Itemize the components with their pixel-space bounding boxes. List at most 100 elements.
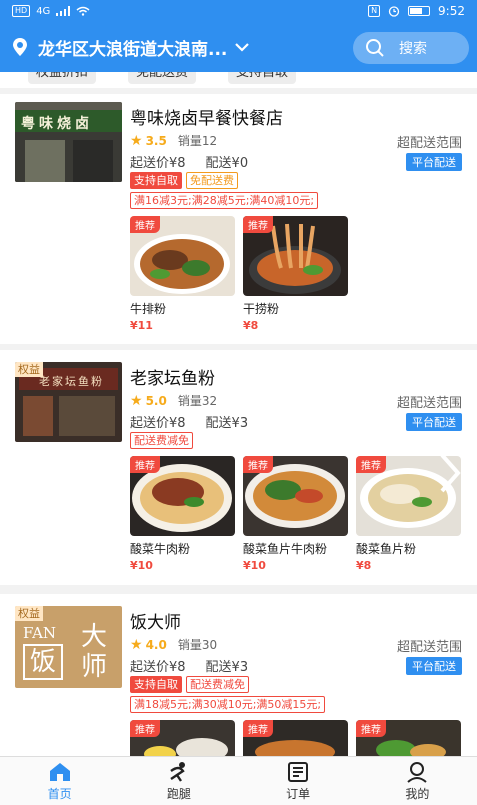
dish-item[interactable]: 推荐 xyxy=(356,720,461,756)
tab-label: 我的 xyxy=(405,786,430,801)
tag-delivery-discount: 配送费减免 xyxy=(130,432,193,449)
chevron-left-icon[interactable] xyxy=(18,453,42,493)
recommend-badge: 推荐 xyxy=(130,216,160,233)
filter-tag-discount[interactable]: 权益折扣 xyxy=(28,72,97,84)
star-icon: ★ xyxy=(130,132,143,149)
search-icon xyxy=(366,39,384,57)
store-card[interactable]: 权益 老家坛鱼粉 老家坛鱼粉 ★ 5.0 销量32 起送价¥8 配送¥3 超配送… xyxy=(0,350,477,585)
dish-name: 酸菜鱼片粉 xyxy=(356,542,417,556)
chevron-down-icon[interactable] xyxy=(235,42,250,52)
dish-item[interactable]: 推荐 酸菜鱼片牛肉粉 ¥10 xyxy=(243,456,348,572)
signal-icon xyxy=(56,6,71,16)
recommend-badge: 推荐 xyxy=(243,216,273,233)
store-list[interactable]: 粤味烧卤 粤味烧卤早餐快餐店 ★ 3.5 销量12 起送价¥8 配送¥0 超配送… xyxy=(0,88,477,756)
recommend-badge: 推荐 xyxy=(356,456,386,473)
location-selector[interactable]: 龙华区大浪街道大浪南... xyxy=(38,35,227,60)
store-thumbnail[interactable]: 权益 FAN 大 饭 师 xyxy=(15,606,122,688)
recommend-badge: 推荐 xyxy=(243,720,273,737)
store-rating: ★ 4.0 销量30 xyxy=(130,636,217,653)
battery-icon xyxy=(408,6,431,16)
location-pin-icon xyxy=(13,38,27,56)
dish-image[interactable]: 推荐 xyxy=(243,456,348,536)
dish-price: ¥10 xyxy=(130,559,153,572)
tag-delivery-discount: 配送费减免 xyxy=(186,676,249,693)
delivery-range: 超配送范围 平台配送 xyxy=(397,132,462,171)
recommend-badge: 推荐 xyxy=(243,456,273,473)
store-name[interactable]: 老家坛鱼粉 xyxy=(130,364,215,389)
dish-image[interactable]: 推荐 xyxy=(356,720,461,756)
promo-discount: 满16减3元;满28减5元;满40减10元; xyxy=(130,192,319,209)
promo-discount: 满18减5元;满30减10元;满50减15元; xyxy=(130,696,326,713)
tag-self-pickup: 支持自取 xyxy=(130,676,182,693)
dish-item[interactable]: 推荐 干捞粉 ¥8 xyxy=(243,216,348,332)
tag-free-delivery: 免配送费 xyxy=(186,172,238,189)
delivery-type-badge: 平台配送 xyxy=(406,657,462,675)
store-tags: 支持自取 免配送费 xyxy=(130,172,238,189)
nfc-icon: N xyxy=(368,5,381,17)
delivery-fee: 配送¥3 xyxy=(205,660,249,675)
dish-item[interactable]: 推荐 牛排粉 ¥11 xyxy=(130,216,235,332)
order-icon xyxy=(288,761,309,782)
storefront-sign: 老家坛鱼粉 xyxy=(39,375,104,388)
tab-profile[interactable]: 我的 xyxy=(358,757,477,805)
store-card[interactable]: 粤味烧卤 粤味烧卤早餐快餐店 ★ 3.5 销量12 起送价¥8 配送¥0 超配送… xyxy=(0,94,477,344)
wifi-icon xyxy=(76,6,90,16)
star-icon: ★ xyxy=(130,392,143,409)
hd-badge: HD xyxy=(12,5,31,17)
search-button[interactable]: 搜索 xyxy=(353,32,469,64)
store-thumbnail[interactable]: 权益 老家坛鱼粉 xyxy=(15,362,122,442)
tab-home[interactable]: 首页 xyxy=(0,757,119,805)
store-fees: 起送价¥8 配送¥3 xyxy=(130,412,248,431)
store-name[interactable]: 饭大师 xyxy=(130,608,181,633)
bottom-tab-bar: 首页 跑腿 订单 我的 xyxy=(0,756,477,805)
status-bar: HD 4G N 9:52 xyxy=(0,0,477,22)
filter-tag-row: 权益折扣 免配送费 支持自取 xyxy=(0,72,477,88)
dish-price: ¥8 xyxy=(243,319,259,332)
dish-image[interactable]: 推荐 xyxy=(243,216,348,296)
min-order: 起送价¥8 xyxy=(130,156,186,171)
store-name[interactable]: 粤味烧卤早餐快餐店 xyxy=(130,104,283,129)
dish-row: 推荐 推荐 推荐 xyxy=(130,720,461,756)
dish-item[interactable]: 推荐 酸菜牛肉粉 ¥10 xyxy=(130,456,235,572)
chevron-right-icon[interactable] xyxy=(438,453,462,493)
store-rating: ★ 3.5 销量12 xyxy=(130,132,217,149)
dish-row: 推荐 酸菜牛肉粉 ¥10 推荐 酸菜鱼片牛肉粉 ¥10 推荐 酸菜鱼片粉 ¥8 xyxy=(130,456,461,572)
tab-label: 订单 xyxy=(286,786,311,801)
filter-tag-free-delivery[interactable]: 免配送费 xyxy=(128,72,197,84)
dish-item[interactable]: 推荐 xyxy=(130,720,235,756)
runner-icon xyxy=(170,761,185,782)
range-label: 超配送范围 xyxy=(396,396,462,411)
tab-orders[interactable]: 订单 xyxy=(239,757,358,805)
delivery-range: 超配送范围 平台配送 xyxy=(397,392,462,431)
store-fees: 起送价¥8 配送¥3 xyxy=(130,656,248,675)
filter-tag-self-pickup[interactable]: 支持自取 xyxy=(228,72,297,84)
quanyi-badge: 权益 xyxy=(15,606,43,621)
delivery-type-badge: 平台配送 xyxy=(406,153,462,171)
dish-image[interactable]: 推荐 xyxy=(130,720,235,756)
dish-name: 酸菜鱼片牛肉粉 xyxy=(243,542,328,556)
store-card[interactable]: 权益 FAN 大 饭 师 饭大师 ★ 4.0 销量30 起送价¥8 配送¥3 超… xyxy=(0,594,477,756)
dish-item[interactable]: 推荐 xyxy=(243,720,348,756)
tab-errand[interactable]: 跑腿 xyxy=(119,757,238,805)
store-fees: 起送价¥8 配送¥0 xyxy=(130,152,248,171)
profile-icon xyxy=(407,761,428,783)
signal-4g: 4G xyxy=(36,5,51,17)
logo-shi-text: 师 xyxy=(81,652,108,682)
store-thumbnail[interactable]: 粤味烧卤 xyxy=(15,102,122,182)
delivery-range: 超配送范围 平台配送 xyxy=(397,636,462,675)
store-rating: ★ 5.0 销量32 xyxy=(130,392,217,409)
status-left: HD 4G xyxy=(12,5,90,17)
dish-row: 推荐 牛排粉 ¥11 推荐 干捞粉 ¥8 xyxy=(130,216,348,332)
sales-count: 销量32 xyxy=(177,394,218,408)
status-right: N 9:52 xyxy=(368,4,465,18)
dish-image[interactable]: 推荐 xyxy=(243,720,348,756)
dish-image[interactable]: 推荐 xyxy=(130,216,235,296)
store-tags: 配送费减免 xyxy=(130,432,193,449)
header-bar: 龙华区大浪街道大浪南... 搜索 xyxy=(0,22,477,72)
dish-image[interactable]: 推荐 xyxy=(130,456,235,536)
dish-name: 酸菜牛肉粉 xyxy=(130,542,191,556)
sales-count: 销量12 xyxy=(177,134,218,148)
dish-price: ¥11 xyxy=(130,319,153,332)
store-tags: 支持自取 配送费减免 xyxy=(130,676,249,693)
recommend-badge: 推荐 xyxy=(356,720,386,737)
